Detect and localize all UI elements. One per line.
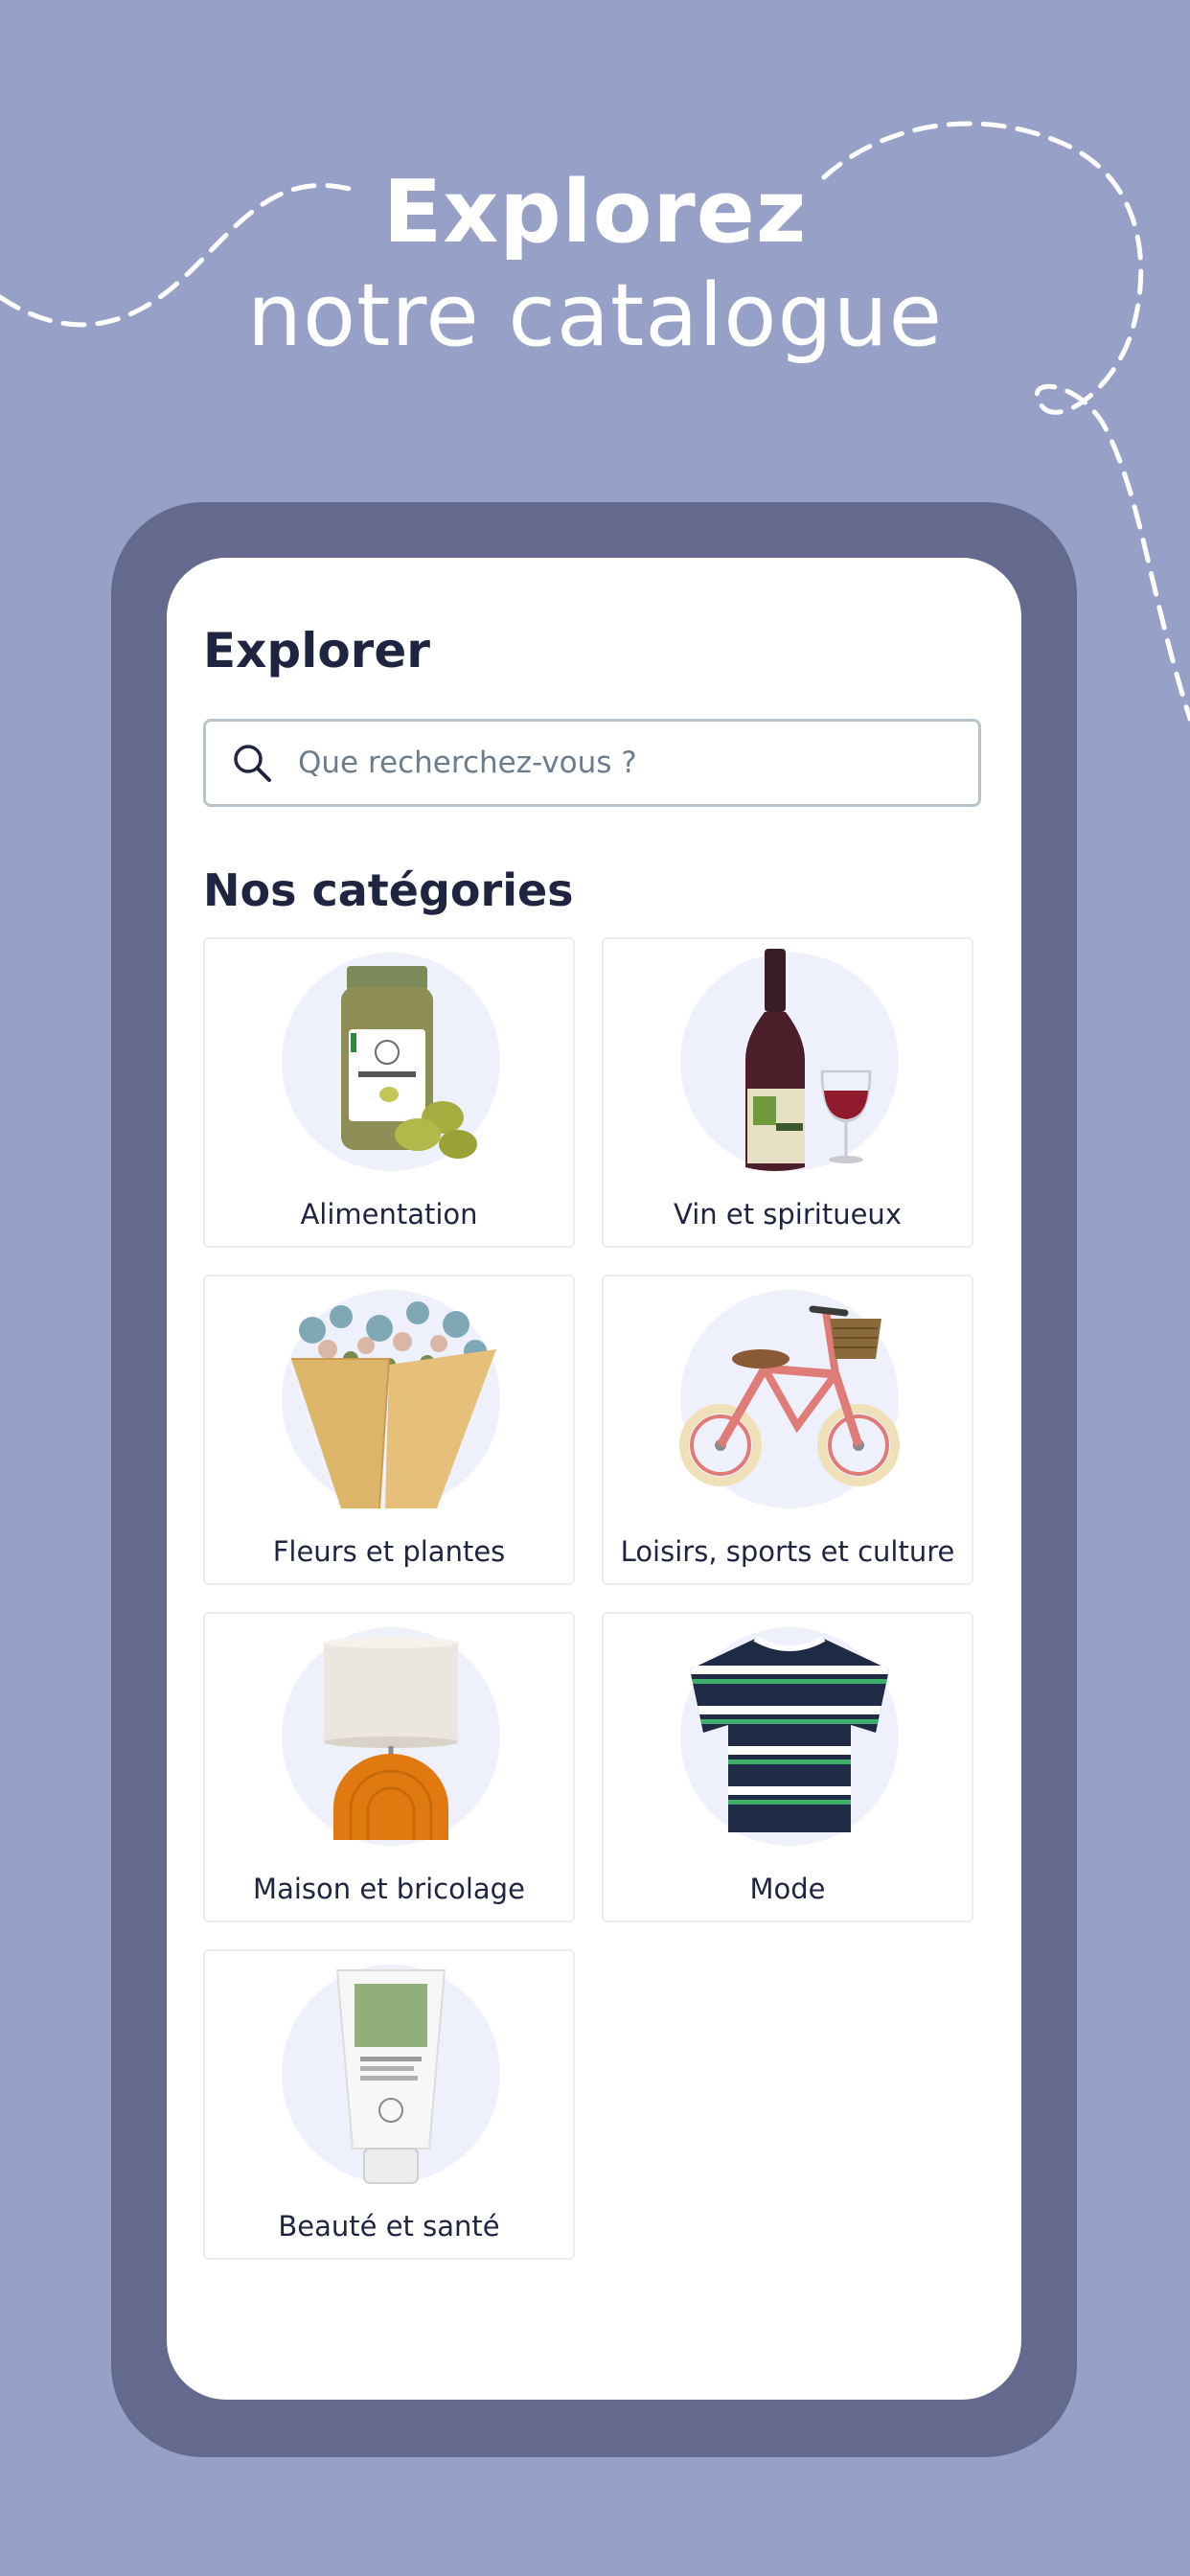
category-label: Maison et bricolage [253, 1873, 525, 1905]
phone-mockup: Explorer Nos catégories [111, 502, 1077, 2457]
headline-line-2: notre catalogue [246, 265, 944, 366]
striped-tshirt-image [680, 1627, 899, 1846]
category-label: Beauté et santé [278, 2210, 500, 2242]
category-card-beaute-et-sante[interactable]: Beauté et santé [203, 1949, 575, 2260]
section-title: Nos catégories [203, 864, 574, 916]
app-screen: Explorer Nos catégories [167, 558, 1021, 2400]
balance-bike-image [679, 1290, 900, 1508]
category-label: Vin et spiritueux [674, 1198, 902, 1230]
page-title: Explorer [203, 623, 430, 678]
olive-jar-image [282, 953, 500, 1171]
category-card-loisirs-sports-et-culture[interactable]: Loisirs, sports et culture [602, 1275, 973, 1585]
category-label: Loisirs, sports et culture [620, 1535, 955, 1568]
headline-line-1: Explorez [382, 162, 808, 263]
category-card-fleurs-et-plantes[interactable]: Fleurs et plantes [203, 1275, 575, 1585]
promo-headline: Explorez notre catalogue [0, 161, 1190, 368]
flower-bouquet-image [282, 1290, 500, 1509]
category-card-mode[interactable]: Mode [602, 1612, 973, 1922]
category-label: Fleurs et plantes [272, 1535, 506, 1568]
category-card-vin-et-spiritueux[interactable]: Vin et spiritueux [602, 937, 973, 1248]
table-lamp-image [282, 1627, 500, 1846]
search-bar[interactable] [203, 719, 981, 807]
search-icon [234, 745, 271, 782]
category-label: Mode [749, 1873, 826, 1905]
wine-bottle-image [680, 949, 899, 1171]
search-input[interactable] [296, 745, 971, 781]
cream-tube-image [282, 1965, 500, 2184]
category-label: Alimentation [300, 1198, 478, 1230]
category-card-maison-et-bricolage[interactable]: Maison et bricolage [203, 1612, 575, 1922]
category-grid: Alimentation Vin et spiritueux Fleurs et… [203, 937, 989, 2260]
category-card-alimentation[interactable]: Alimentation [203, 937, 575, 1248]
